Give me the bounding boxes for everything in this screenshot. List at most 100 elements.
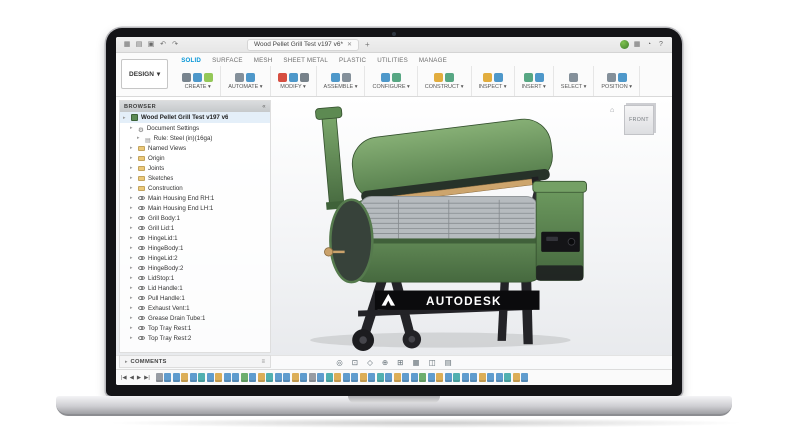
position-tool-icon[interactable] bbox=[618, 73, 627, 82]
home-view-icon[interactable]: ⌂ bbox=[610, 107, 614, 114]
timeline-feature-marker[interactable] bbox=[453, 373, 460, 382]
comments-bar[interactable]: ▸ COMMENTS ≡ bbox=[119, 355, 271, 368]
expand-caret-icon[interactable]: ▸ bbox=[130, 235, 135, 241]
expand-caret-icon[interactable]: ▸ bbox=[130, 285, 135, 291]
timeline-feature-marker[interactable] bbox=[377, 373, 384, 382]
ribbon-group[interactable]: CONSTRUCT ▾ bbox=[418, 66, 472, 96]
position-tool-icon[interactable] bbox=[607, 73, 616, 82]
expand-caret-icon[interactable]: ▸ bbox=[130, 295, 135, 301]
timeline-feature-marker[interactable] bbox=[164, 373, 171, 382]
viewports-icon[interactable]: ▤ bbox=[445, 356, 452, 370]
insert-tool-icon[interactable] bbox=[535, 73, 544, 82]
browser-tree-item[interactable]: ▸ HingeBody:1 bbox=[120, 243, 270, 253]
browser-tree-item[interactable]: ▸ Exhaust Vent:1 bbox=[120, 303, 270, 313]
modify-tool-icon[interactable] bbox=[289, 73, 298, 82]
ribbon-group[interactable]: ASSEMBLE ▾ bbox=[317, 66, 366, 96]
timeline-feature-marker[interactable] bbox=[181, 373, 188, 382]
timeline-feature-marker[interactable] bbox=[411, 373, 418, 382]
pan-icon[interactable]: ◇ bbox=[367, 356, 373, 370]
expand-caret-icon[interactable]: ▸ bbox=[130, 155, 135, 161]
pull-handle[interactable] bbox=[324, 248, 332, 256]
timeline-feature-marker[interactable] bbox=[190, 373, 197, 382]
timeline-feature-marker[interactable] bbox=[394, 373, 401, 382]
timeline-feature-marker[interactable] bbox=[292, 373, 299, 382]
expand-caret-icon[interactable]: ▸ bbox=[130, 195, 135, 201]
expand-caret-icon[interactable]: ▸ bbox=[130, 215, 135, 221]
timeline-feature-marker[interactable] bbox=[224, 373, 231, 382]
ribbon-group[interactable]: CONFIGURE ▾ bbox=[365, 66, 417, 96]
ribbon-tab[interactable]: PLASTIC bbox=[339, 57, 366, 64]
step-back-button[interactable]: ◀ bbox=[130, 375, 134, 381]
look-at-icon[interactable]: ⊡ bbox=[352, 356, 358, 370]
expand-caret-icon[interactable]: ▸ bbox=[130, 185, 135, 191]
grill-lid[interactable] bbox=[349, 116, 556, 207]
extensions-icon[interactable]: ▦ bbox=[632, 40, 642, 50]
ribbon-tab[interactable]: UTILITIES bbox=[377, 57, 408, 64]
expand-caret-icon[interactable]: ▸ bbox=[130, 265, 135, 271]
step-forward-button[interactable]: ▶| bbox=[144, 375, 150, 381]
timeline-feature-marker[interactable] bbox=[419, 373, 426, 382]
timeline-feature-marker[interactable] bbox=[173, 373, 180, 382]
expand-caret-icon[interactable]: ▸ bbox=[130, 165, 135, 171]
save-icon[interactable]: ▣ bbox=[146, 40, 156, 50]
comments-menu-icon[interactable]: ≡ bbox=[261, 359, 265, 365]
browser-tree-item[interactable]: ▸ Named Views bbox=[120, 143, 270, 153]
timeline-feature-marker[interactable] bbox=[283, 373, 290, 382]
browser-tree-item[interactable]: ▸ Top Tray Rest:1 bbox=[120, 323, 270, 333]
assemble-tool-icon[interactable] bbox=[342, 73, 351, 82]
browser-tree-item[interactable]: ▸ Main Housing End RH:1 bbox=[120, 193, 270, 203]
modify-tool-icon[interactable] bbox=[300, 73, 309, 82]
browser-tree-item[interactable]: ▸ Top Tray Rest:2 bbox=[120, 333, 270, 343]
timeline-feature-marker[interactable] bbox=[385, 373, 392, 382]
app-grid-icon[interactable]: ▦ bbox=[122, 40, 132, 50]
expand-caret-icon[interactable]: ▸ bbox=[137, 135, 142, 141]
timeline-feature-marker[interactable] bbox=[249, 373, 256, 382]
expand-caret-icon[interactable]: ▸ bbox=[130, 225, 135, 231]
insert-tool-icon[interactable] bbox=[524, 73, 533, 82]
timeline-feature-marker[interactable] bbox=[343, 373, 350, 382]
viewport[interactable]: AUTODESK ⌂ FRONT BROWSER « bbox=[116, 97, 672, 369]
ribbon-group[interactable]: MODIFY ▾ bbox=[271, 66, 317, 96]
timeline-feature-marker[interactable] bbox=[428, 373, 435, 382]
inspect-tool-icon[interactable] bbox=[494, 73, 503, 82]
browser-tree-item[interactable]: ▸ Origin bbox=[120, 153, 270, 163]
grill-3d-model[interactable]: AUTODESK bbox=[264, 99, 600, 351]
expand-caret-icon[interactable]: ▸ bbox=[130, 305, 135, 311]
browser-tree-item[interactable]: ▸ HingeBody:2 bbox=[120, 263, 270, 273]
ribbon-group[interactable]: SELECT ▾ bbox=[554, 66, 595, 96]
orbit-icon[interactable]: ◎ bbox=[336, 356, 343, 370]
ribbon-tab[interactable]: MANAGE bbox=[419, 57, 447, 64]
display-settings-icon[interactable]: ▦ bbox=[412, 356, 419, 370]
viewcube-cube[interactable]: FRONT bbox=[624, 105, 654, 135]
browser-tree-item[interactable]: ▸ Sketches bbox=[120, 173, 270, 183]
select-tool-icon[interactable] bbox=[569, 73, 578, 82]
profile-avatar[interactable] bbox=[620, 40, 629, 49]
timeline-feature-marker[interactable] bbox=[479, 373, 486, 382]
automate-tool-icon[interactable] bbox=[246, 73, 255, 82]
timeline-feature-marker[interactable] bbox=[300, 373, 307, 382]
expand-caret-icon[interactable]: ▸ bbox=[123, 115, 128, 121]
browser-tree-item[interactable]: ▸ HingeLid:1 bbox=[120, 233, 270, 243]
new-tab-icon[interactable]: + bbox=[365, 40, 370, 49]
timeline-feature-marker[interactable] bbox=[436, 373, 443, 382]
construct-tool-icon[interactable] bbox=[434, 73, 443, 82]
timeline-feature-marker[interactable] bbox=[402, 373, 409, 382]
go-to-start-button[interactable]: |◀ bbox=[121, 375, 127, 381]
ribbon-group[interactable]: INSPECT ▾ bbox=[472, 66, 515, 96]
assemble-tool-icon[interactable] bbox=[331, 73, 340, 82]
expand-caret-icon[interactable]: ▸ bbox=[130, 335, 135, 341]
expand-caret-icon[interactable]: ▸ bbox=[130, 325, 135, 331]
file-icon[interactable]: ▤ bbox=[134, 40, 144, 50]
timeline-feature-marker[interactable] bbox=[487, 373, 494, 382]
create-tool-icon[interactable] bbox=[204, 73, 213, 82]
create-tool-icon[interactable] bbox=[182, 73, 191, 82]
ribbon-group[interactable]: POSITION ▾ bbox=[594, 66, 640, 96]
automate-tool-icon[interactable] bbox=[235, 73, 244, 82]
expand-caret-icon[interactable]: ▸ bbox=[130, 205, 135, 211]
viewcube[interactable]: ⌂ FRONT bbox=[616, 105, 662, 135]
create-tool-icon[interactable] bbox=[193, 73, 202, 82]
expand-caret-icon[interactable]: ▸ bbox=[130, 175, 135, 181]
zoom-icon[interactable]: ⊕ bbox=[382, 356, 388, 370]
timeline-feature-marker[interactable] bbox=[462, 373, 469, 382]
browser-tree-item[interactable]: ▸ Grease Drain Tube:1 bbox=[120, 313, 270, 323]
